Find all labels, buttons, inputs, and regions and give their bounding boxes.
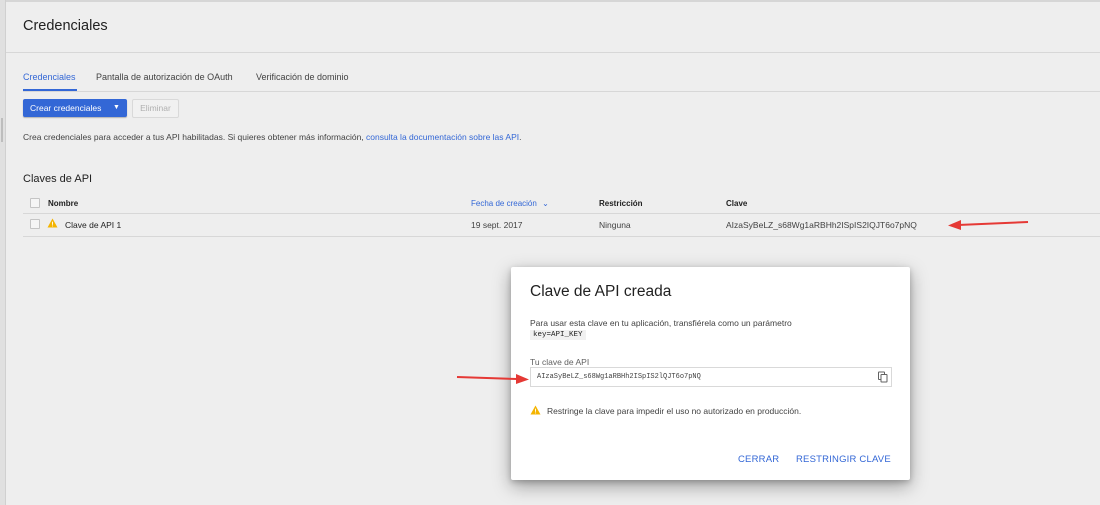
api-keys-section-title: Claves de API (23, 173, 93, 185)
column-header-created-label: Fecha de creación (471, 199, 537, 208)
delete-button[interactable]: Eliminar (132, 99, 179, 118)
create-credentials-label: Crear credenciales (30, 103, 102, 113)
api-key-created-dialog: Clave de API creada Para usar esta clave… (511, 267, 910, 480)
api-key-field[interactable]: AIzaSyBeLZ_s68Wg1aRBHh2ISpIS2lQJT6o7pNQ (530, 367, 892, 387)
intro-text: Crea credenciales para acceder a tus API… (23, 132, 522, 142)
sort-arrow-icon: ⌄ (542, 199, 549, 208)
api-key-restriction: Ninguna (599, 220, 631, 230)
api-key-name-link[interactable]: Clave de API 1 (65, 220, 121, 230)
close-button[interactable]: CERRAR (738, 454, 779, 465)
tab-credenciales[interactable]: Credenciales (23, 72, 76, 82)
api-key-value: AIzaSyBeLZ_s68Wg1aRBHh2ISpIS2IQJT6o7pNQ (726, 220, 917, 230)
tabs-divider (23, 91, 1100, 92)
dialog-code-snippet: key=API_KEY (530, 330, 586, 340)
create-credentials-button[interactable]: Crear credenciales ▼ (23, 99, 127, 117)
top-border (0, 0, 1100, 2)
restrict-key-button[interactable]: RESTRINGIR CLAVE (796, 454, 891, 465)
api-key-field-label: Tu clave de API (530, 357, 590, 367)
column-header-name[interactable]: Nombre (48, 199, 78, 208)
tab-domain-verification[interactable]: Verificación de dominio (256, 72, 349, 82)
dialog-title: Clave de API creada (530, 283, 672, 300)
intro-text-suffix: . (519, 132, 522, 142)
page-title: Credenciales (23, 18, 108, 34)
column-header-created[interactable]: Fecha de creación ⌄ (471, 199, 549, 208)
left-rail-marker (1, 118, 3, 142)
warning-icon (530, 405, 541, 415)
dropdown-caret-icon: ▼ (113, 104, 120, 111)
tab-oauth-consent[interactable]: Pantalla de autorización de OAuth (96, 72, 233, 82)
select-all-checkbox[interactable] (30, 198, 40, 208)
header-divider (6, 52, 1100, 53)
api-key-created-date: 19 sept. 2017 (471, 220, 523, 230)
red-annotation-arrow-icon (948, 220, 1029, 230)
column-header-key[interactable]: Clave (726, 199, 747, 208)
dialog-description: Para usar esta clave en tu aplicación, t… (530, 318, 792, 328)
dialog-warning-text: Restringe la clave para impedir el uso n… (547, 406, 802, 416)
red-annotation-arrow-icon (456, 374, 529, 384)
row-checkbox[interactable] (30, 219, 40, 229)
table-row-divider (23, 236, 1100, 237)
documentation-link[interactable]: consulta la documentación sobre las API (366, 132, 519, 142)
intro-text-body: Crea credenciales para acceder a tus API… (23, 132, 364, 142)
left-rail (0, 0, 6, 505)
warning-icon (47, 218, 58, 228)
column-header-restriction[interactable]: Restricción (599, 199, 643, 208)
table-header-divider (23, 213, 1100, 214)
api-key-field-value[interactable]: AIzaSyBeLZ_s68Wg1aRBHh2ISpIS2lQJT6o7pNQ (537, 368, 701, 386)
copy-icon[interactable] (877, 371, 889, 383)
